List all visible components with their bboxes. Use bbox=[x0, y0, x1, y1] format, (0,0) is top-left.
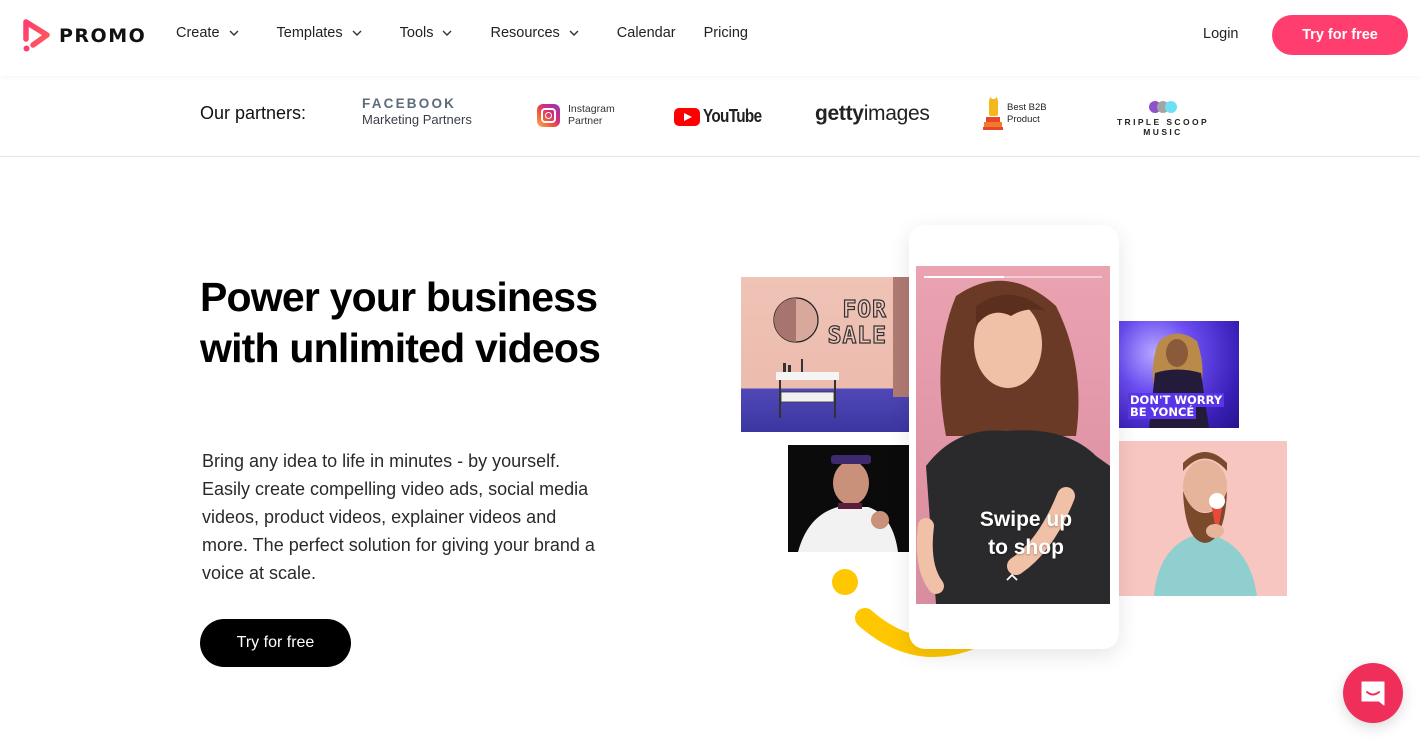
nav-label: Templates bbox=[276, 25, 343, 41]
nav-resources[interactable]: Resources bbox=[490, 25, 579, 41]
promo-logo-icon bbox=[23, 19, 50, 52]
for-sale-video-thumbnail[interactable]: FOR SALE bbox=[741, 277, 909, 432]
nav-templates[interactable]: Templates bbox=[277, 25, 362, 41]
chevron-up-icon bbox=[1006, 573, 1018, 581]
story-progress-bar bbox=[924, 276, 1102, 278]
bearded-man-illustration bbox=[1154, 452, 1257, 596]
instagram-partner-logo: Instagram Partner bbox=[537, 103, 615, 127]
nav-create[interactable]: Create bbox=[176, 25, 239, 41]
story-video-preview[interactable]: Swipe up to shop bbox=[916, 266, 1110, 604]
trophy-cat-icon bbox=[983, 97, 1003, 130]
instagram-text: Instagram Partner bbox=[568, 103, 615, 127]
facebook-partner-logo: FACEBOOK Marketing Partners bbox=[362, 96, 472, 127]
nav-tools[interactable]: Tools bbox=[400, 25, 453, 41]
for-sale-text: FOR SALE bbox=[827, 296, 887, 349]
beyonce-line2: BE YONCÉ bbox=[1128, 405, 1197, 419]
getty-images-logo: gettyimages bbox=[815, 102, 930, 126]
try-for-free-hero-button[interactable]: Try for free bbox=[200, 619, 351, 667]
nav-pricing[interactable]: Pricing bbox=[704, 25, 748, 41]
site-header: PROMO Create Templates Tools Resources C… bbox=[0, 0, 1420, 76]
tennis-player-video-thumbnail[interactable] bbox=[788, 445, 909, 552]
best-b2b-badge: Best B2B Product bbox=[983, 97, 1047, 130]
beyonce-video-thumbnail[interactable]: DON'T WORRY BE YONCÉ bbox=[1119, 321, 1239, 428]
bearded-man-video-thumbnail[interactable] bbox=[1119, 441, 1287, 596]
instagram-icon bbox=[537, 103, 560, 127]
swipe-line2: to shop bbox=[988, 536, 1064, 559]
chat-bubble-icon bbox=[1361, 681, 1385, 706]
b2b-text: Best B2B Product bbox=[1007, 102, 1047, 126]
youtube-logo: YouTube bbox=[674, 106, 772, 127]
youtube-wordmark: YouTube bbox=[703, 106, 762, 126]
partners-label: Our partners: bbox=[200, 103, 307, 123]
chevron-down-icon bbox=[569, 30, 579, 36]
partners-bar: Our partners: FACEBOOK Marketing Partner… bbox=[0, 76, 1420, 157]
sale-line2: SALE bbox=[827, 322, 887, 349]
promo-logo[interactable]: PROMO bbox=[23, 19, 146, 53]
triple-scoop-music-logo: TRIPLE SCOOP MUSIC bbox=[1101, 101, 1225, 137]
scoop-dots-icon bbox=[1101, 101, 1225, 113]
triple-scoop-wordmark: TRIPLE SCOOP MUSIC bbox=[1116, 117, 1210, 137]
b2b-line2: Product bbox=[1007, 113, 1040, 125]
main-nav: Create Templates Tools Resources Calenda… bbox=[176, 25, 776, 41]
nav-label: Pricing bbox=[703, 25, 748, 41]
nav-label: Resources bbox=[490, 25, 560, 41]
swipe-line1: Swipe up bbox=[979, 508, 1073, 531]
try-for-free-header-button[interactable]: Try for free bbox=[1272, 15, 1408, 55]
getty-light: images bbox=[863, 102, 930, 125]
story-progress-fill bbox=[924, 276, 1005, 278]
instagram-line1: Instagram bbox=[568, 103, 615, 115]
hero-description: Bring any idea to life in minutes - by y… bbox=[202, 451, 595, 583]
nav-label: Create bbox=[176, 25, 220, 41]
youtube-play-icon bbox=[674, 107, 700, 126]
chat-widget-button[interactable] bbox=[1343, 663, 1403, 723]
brand-name: PROMO bbox=[59, 25, 147, 47]
getty-bold: getty bbox=[815, 102, 864, 125]
b2b-line1: Best B2B bbox=[1007, 101, 1047, 113]
beyonce-caption: DON'T WORRY BE YONCÉ bbox=[1128, 393, 1225, 419]
swipe-up-overlay: Swipe up to shop bbox=[946, 506, 1106, 562]
facebook-subtitle: Marketing Partners bbox=[362, 112, 472, 127]
chevron-down-icon bbox=[229, 30, 239, 36]
chevron-down-icon bbox=[442, 30, 452, 36]
nav-calendar[interactable]: Calendar bbox=[617, 25, 676, 41]
tennis-player-illustration bbox=[798, 455, 898, 552]
instagram-line2: Partner bbox=[568, 115, 603, 127]
login-link[interactable]: Login bbox=[1203, 26, 1238, 42]
hero-title: Power your business with unlimited video… bbox=[200, 274, 601, 371]
chevron-down-icon bbox=[352, 30, 362, 36]
nav-label: Calendar bbox=[616, 25, 676, 41]
nav-label: Tools bbox=[399, 25, 434, 41]
sale-line1: FOR bbox=[842, 296, 887, 323]
facebook-wordmark: FACEBOOK bbox=[362, 96, 457, 111]
